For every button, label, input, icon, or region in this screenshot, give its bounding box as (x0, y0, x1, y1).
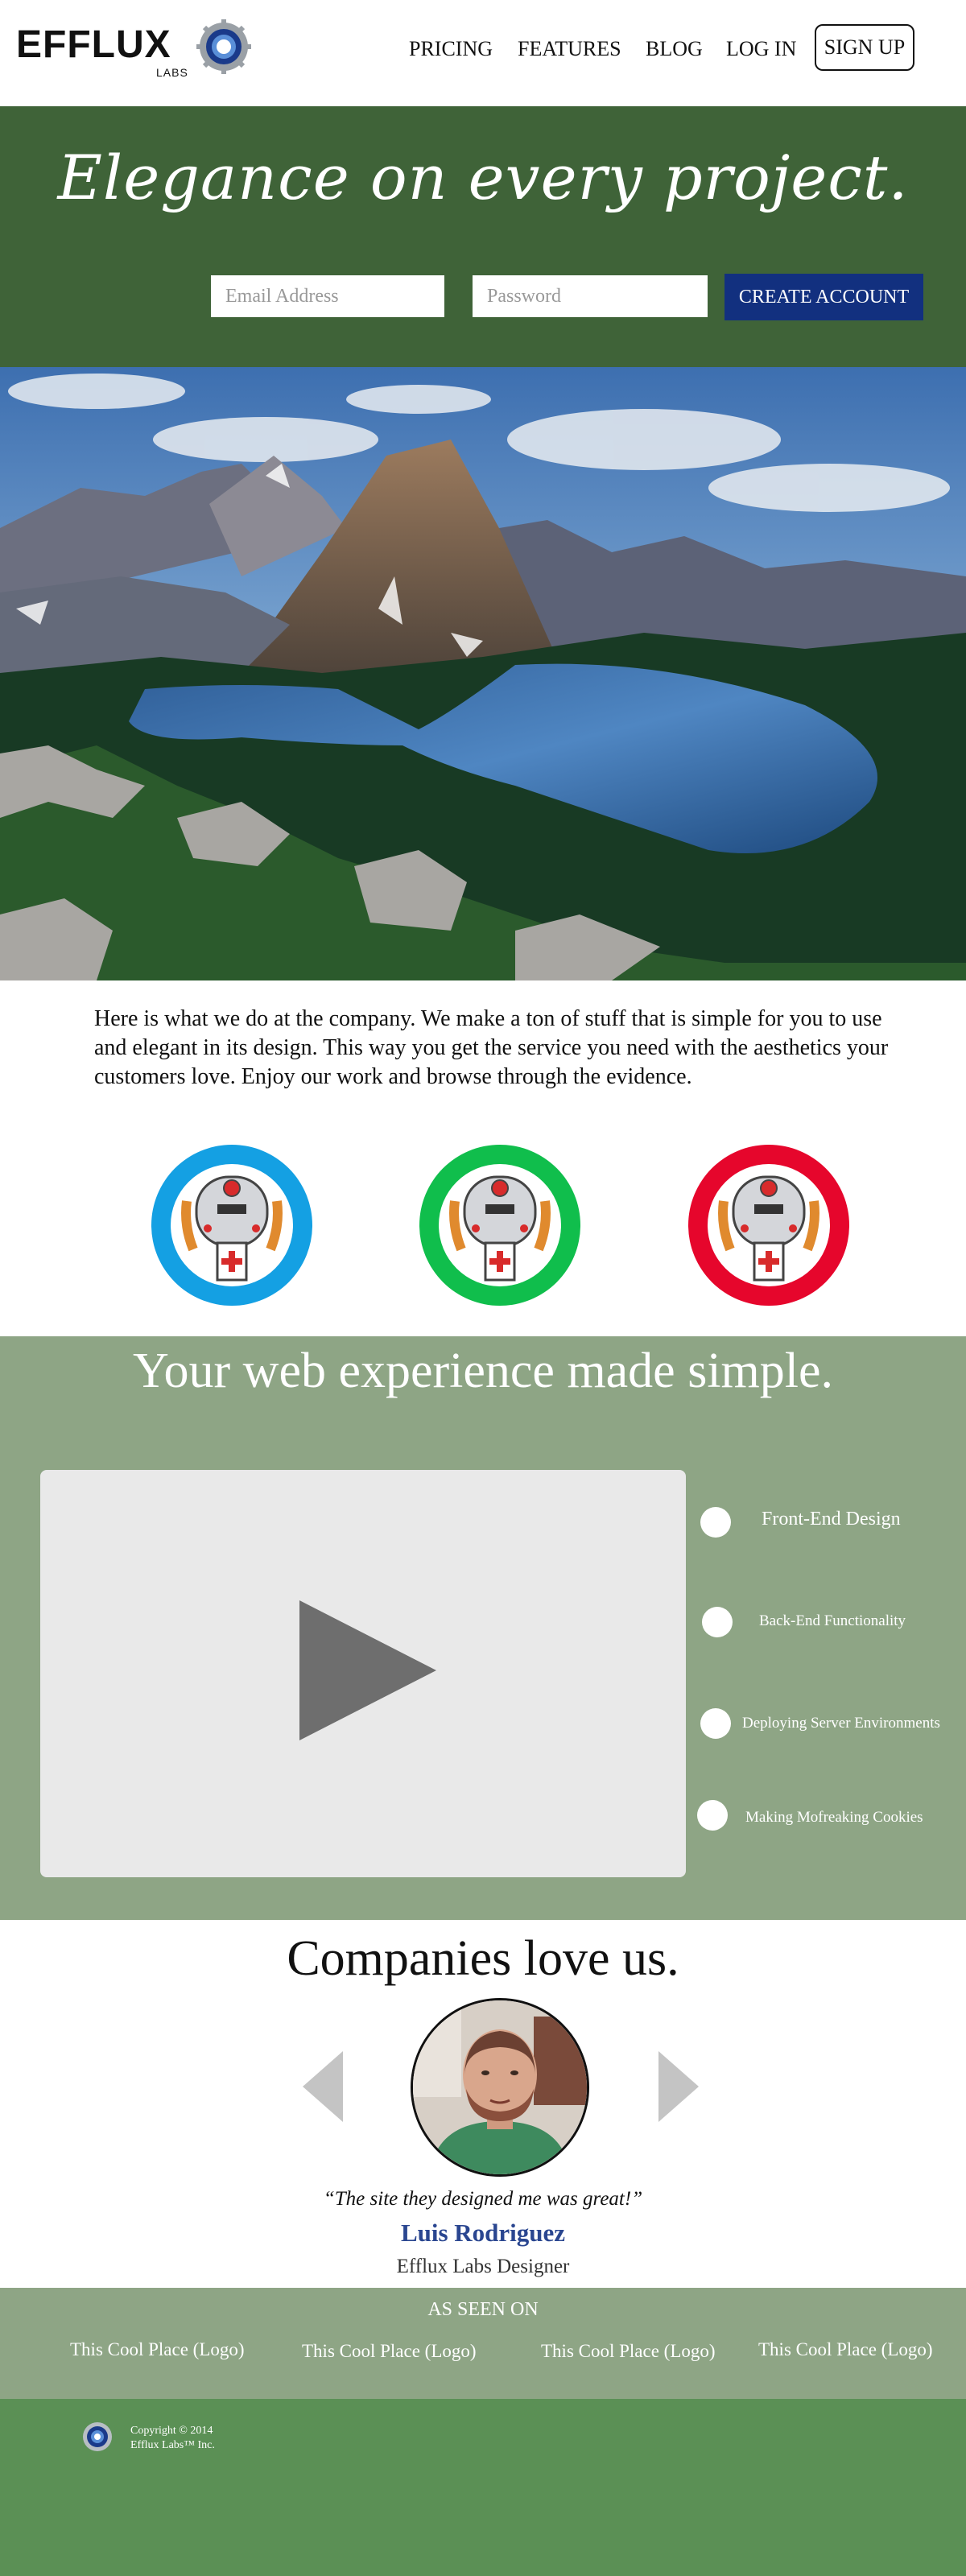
efflux-logo[interactable]: EFFLUX LABS (16, 18, 258, 82)
play-icon[interactable] (299, 1600, 436, 1740)
press-logo: This Cool Place (Logo) (758, 2339, 933, 2359)
feature-item: Front-End Design (762, 1509, 901, 1530)
testimonial-role: Efflux Labs Designer (396, 2256, 570, 2277)
video-player[interactable] (40, 1470, 686, 1877)
testimonial-title: Companies love us. (287, 1931, 679, 1986)
signup-button[interactable]: SIGN UP (815, 24, 914, 71)
feature-bullet (700, 1708, 731, 1739)
feature-bullet (697, 1800, 728, 1831)
testimonial-quote: “The site they designed me was great!” (323, 2188, 643, 2210)
email-field[interactable] (211, 275, 444, 317)
feature-item: Making Mofreaking Cookies (745, 1809, 923, 1826)
company-text: Efflux Labs™ Inc. (130, 2439, 215, 2451)
feature-item: Deploying Server Environments (742, 1715, 940, 1732)
avatar (411, 1998, 589, 2177)
feature-bullet (700, 1507, 731, 1538)
nav-pricing-link[interactable]: PRICING (409, 37, 493, 61)
section-title: Your web experience made simple. (132, 1344, 834, 1398)
feature-item: Back-End Functionality (759, 1612, 906, 1629)
nav-login-link[interactable]: LOG IN (726, 37, 796, 61)
password-field[interactable] (473, 275, 708, 317)
gear-logo-icon (196, 19, 251, 74)
arrow-left-icon[interactable] (303, 2051, 343, 2122)
hero-title: Elegance on every project. (57, 142, 909, 213)
logo-subtitle: LABS (156, 66, 188, 79)
copyright-text: Copyright © 2014 (130, 2425, 213, 2437)
robot-icon (688, 1145, 849, 1306)
create-account-button[interactable]: CREATE ACCOUNT (724, 274, 923, 320)
robot-icon (419, 1145, 580, 1306)
testimonial-name: Luis Rodriguez (400, 2219, 566, 2247)
nav-blog-link[interactable]: BLOG (646, 37, 703, 61)
intro-paragraph: Here is what we do at the company. We ma… (94, 1006, 889, 1089)
as-seen-on-title: AS SEEN ON (427, 2299, 539, 2320)
press-logo: This Cool Place (Logo) (541, 2341, 716, 2361)
logo-wordmark: EFFLUX (16, 23, 171, 66)
press-logo: This Cool Place (Logo) (70, 2339, 245, 2359)
person-photo (413, 2000, 587, 2174)
feature-bullet (702, 1607, 733, 1637)
robot-icon (151, 1145, 312, 1306)
nav-features-link[interactable]: FEATURES (518, 37, 621, 61)
mountain-lake-photo (0, 367, 966, 980)
press-logo: This Cool Place (Logo) (302, 2341, 477, 2361)
footer-logo-icon (83, 2422, 112, 2451)
arrow-right-icon[interactable] (658, 2051, 699, 2122)
